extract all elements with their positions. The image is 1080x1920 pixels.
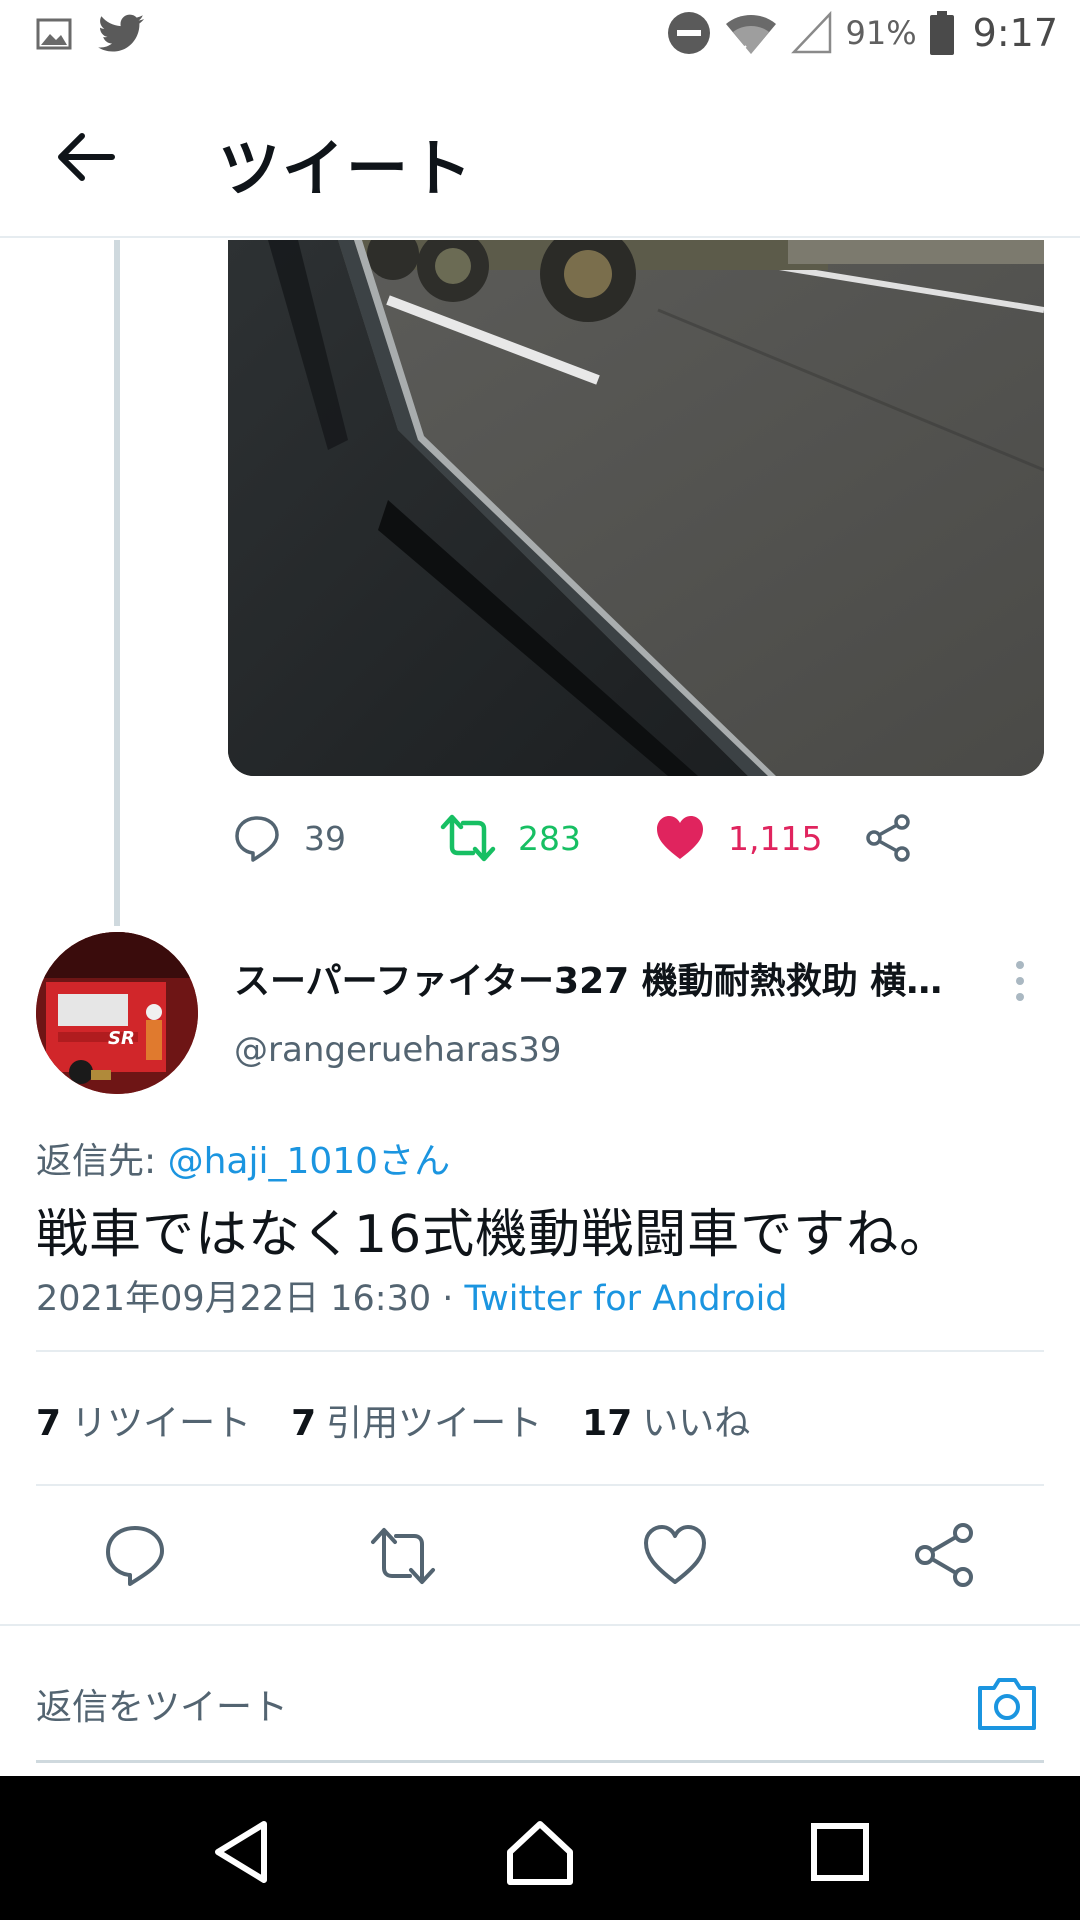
home-icon[interactable] (500, 1812, 580, 1892)
share-icon[interactable] (910, 1520, 980, 1590)
page-title: ツイート (218, 132, 475, 205)
author-avatar[interactable]: SR (36, 932, 198, 1094)
camera-icon[interactable] (974, 1670, 1040, 1736)
author-display-name[interactable]: スーパーファイター327 機動耐熱救助 横… (234, 952, 974, 1004)
previous-tweet-actions: 39 283 1,115 (228, 806, 1028, 870)
status-bar: 91% 9:17 (0, 0, 1080, 74)
divider (36, 1350, 1044, 1352)
tweet-actions (0, 1516, 1080, 1596)
battery-percent: 91% (845, 14, 917, 52)
reply-action[interactable]: 39 (232, 806, 346, 870)
heart-filled-icon (657, 816, 703, 859)
quotes-stat-label: 引用ツイート (326, 1403, 543, 1444)
heart-icon[interactable] (640, 1520, 710, 1590)
tweet-text: 戦車ではなく16式機動戦闘車ですね。 (36, 1205, 953, 1265)
reply-to-line: 返信先: @haji_1010さん (36, 1132, 450, 1184)
svg-text:SR: SR (108, 1028, 135, 1049)
likes-stat[interactable]: 17 いいね (582, 1394, 750, 1446)
like-count: 1,115 (728, 818, 823, 858)
author-handle[interactable]: @rangerueharas39 (234, 1030, 561, 1070)
quotes-stat-count: 7 (291, 1403, 317, 1444)
share-action[interactable] (864, 806, 914, 870)
twitter-notification-icon (98, 14, 144, 52)
retweets-stat-label: リツイート (71, 1403, 252, 1444)
retweets-stat-count: 7 (36, 1403, 62, 1444)
like-action[interactable]: 1,115 (654, 806, 822, 870)
more-options-icon[interactable] (1010, 958, 1030, 1004)
reply-icon (235, 816, 279, 862)
reply-to-mention[interactable]: @haji_1010さん (168, 1141, 451, 1182)
tweet-source[interactable]: Twitter for Android (465, 1279, 788, 1319)
tweet-timestamp: 2021年09月22日 16:30 · (36, 1279, 465, 1319)
recents-square-icon[interactable] (800, 1812, 880, 1892)
reply-icon[interactable] (100, 1520, 170, 1590)
tweet-stats: 7 リツイート 7 引用ツイート 17 いいね (36, 1394, 750, 1446)
reply-count: 39 (304, 818, 346, 858)
battery-icon (929, 11, 954, 55)
system-navigation-bar (0, 1776, 1080, 1920)
app-header: ツイート (0, 74, 1080, 238)
likes-stat-label: いいね (642, 1403, 751, 1444)
retweet-icon[interactable] (368, 1520, 438, 1590)
reply-composer: 返信をツイート (0, 1624, 1080, 1774)
retweets-stat[interactable]: 7 リツイート (36, 1394, 251, 1446)
quotes-stat[interactable]: 7 引用ツイート (291, 1394, 542, 1446)
clock-time: 9:17 (972, 11, 1058, 55)
cell-signal-icon (790, 10, 831, 54)
reply-input-underline (36, 1760, 1044, 1763)
likes-stat-count: 17 (582, 1403, 633, 1444)
gallery-notification-icon (36, 18, 72, 50)
divider (36, 1484, 1044, 1486)
retweet-icon (440, 814, 496, 862)
wifi-icon (725, 15, 776, 54)
do-not-disturb-icon (667, 12, 710, 54)
retweet-count: 283 (518, 818, 581, 858)
reply-input[interactable]: 返信をツイート (36, 1678, 288, 1730)
reply-to-prefix: 返信先: (36, 1141, 168, 1182)
back-triangle-icon[interactable] (202, 1812, 282, 1892)
thread-connector-line (114, 240, 120, 926)
tweet-metadata: 2021年09月22日 16:30 · Twitter for Android (36, 1270, 788, 1321)
tweet-media-image[interactable] (228, 240, 1044, 776)
retweet-action[interactable]: 283 (440, 806, 581, 870)
share-icon (866, 814, 910, 862)
back-arrow-icon[interactable] (52, 124, 118, 190)
